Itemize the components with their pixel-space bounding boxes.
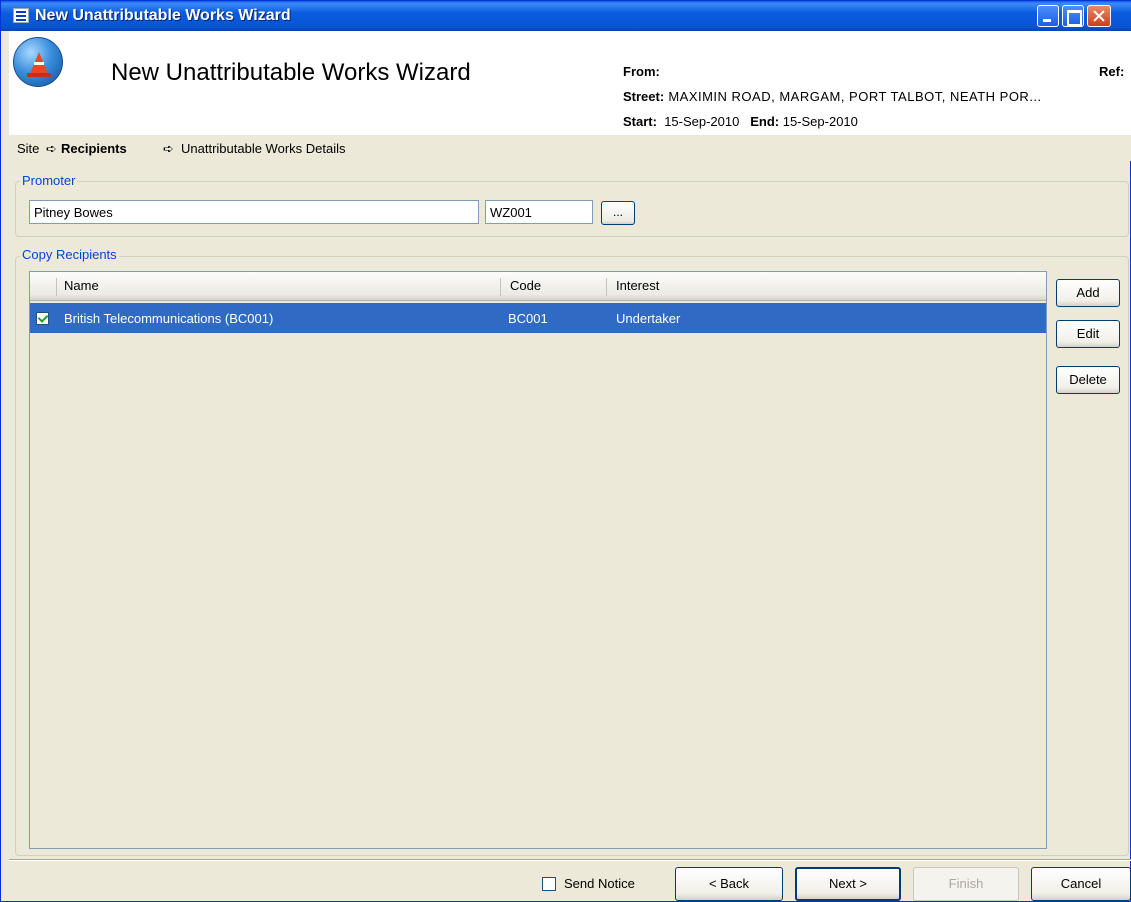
column-header-name[interactable]: Name bbox=[64, 278, 99, 293]
column-separator[interactable] bbox=[56, 278, 57, 296]
date-info: Start: 15-Sep-2010 End: 15-Sep-2010 bbox=[623, 114, 858, 129]
header-title: New Unattributable Works Wizard bbox=[111, 59, 471, 86]
add-button[interactable]: Add bbox=[1056, 279, 1120, 307]
breadcrumb: Site ➪ Recipients ➪ Unattributable Works… bbox=[9, 135, 1131, 161]
send-notice-checkbox[interactable] bbox=[542, 877, 556, 891]
end-label: End: bbox=[750, 114, 780, 129]
traffic-cone-logo-icon bbox=[13, 37, 63, 87]
promoter-code-field[interactable]: WZ001 bbox=[485, 200, 593, 224]
column-header-interest[interactable]: Interest bbox=[616, 278, 659, 293]
window-title: New Unattributable Works Wizard bbox=[35, 7, 291, 24]
close-button[interactable] bbox=[1087, 5, 1111, 27]
ref-label: Ref: bbox=[1099, 64, 1125, 79]
copy-recipients-legend: Copy Recipients bbox=[20, 247, 119, 262]
recipients-table[interactable]: Name Code Interest British Telecommunica… bbox=[29, 271, 1047, 849]
finish-button[interactable]: Finish bbox=[913, 867, 1019, 901]
start-label: Start: bbox=[623, 114, 657, 129]
column-separator[interactable] bbox=[606, 278, 607, 296]
promoter-name-field[interactable]: Pitney Bowes bbox=[29, 200, 479, 224]
row-checkbox[interactable] bbox=[36, 312, 49, 325]
column-header-code[interactable]: Code bbox=[510, 278, 541, 293]
delete-button[interactable]: Delete bbox=[1056, 366, 1120, 394]
cell-code: BC001 bbox=[508, 311, 548, 326]
end-value: 15-Sep-2010 bbox=[782, 114, 858, 129]
arrow-right-icon: ➪ bbox=[163, 141, 174, 156]
window-icon[interactable] bbox=[13, 8, 29, 23]
breadcrumb-step-recipients: Recipients bbox=[61, 141, 127, 156]
street-info: Street: MAXIMIN ROAD, MARGAM, PORT TALBO… bbox=[623, 89, 1129, 104]
next-button[interactable]: Next > bbox=[795, 867, 901, 901]
title-bar[interactable]: New Unattributable Works Wizard bbox=[1, 1, 1131, 31]
maximize-button[interactable] bbox=[1062, 5, 1084, 27]
cell-interest: Undertaker bbox=[616, 311, 681, 326]
back-button[interactable]: < Back bbox=[675, 867, 783, 901]
cancel-button[interactable]: Cancel bbox=[1031, 867, 1131, 901]
table-header: Name Code Interest bbox=[30, 272, 1046, 301]
promoter-lookup-button[interactable]: ... bbox=[601, 201, 635, 225]
footer-divider bbox=[9, 859, 1131, 861]
promoter-legend: Promoter bbox=[20, 173, 78, 188]
from-label: From: bbox=[623, 64, 660, 79]
cell-name: British Telecommunications (BC001) bbox=[64, 311, 274, 326]
breadcrumb-step-site: Site bbox=[17, 141, 40, 156]
breadcrumb-step-details: Unattributable Works Details bbox=[181, 141, 346, 156]
start-value: 15-Sep-2010 bbox=[664, 114, 740, 129]
street-value: MAXIMIN ROAD, MARGAM, PORT TALBOT, NEATH… bbox=[668, 89, 1042, 104]
wizard-window: New Unattributable Works Wizard New Unat… bbox=[0, 0, 1131, 902]
street-label: Street: bbox=[623, 89, 665, 104]
table-row[interactable]: British Telecommunications (BC001) BC001… bbox=[30, 303, 1046, 333]
column-separator[interactable] bbox=[500, 278, 501, 296]
arrow-right-icon: ➪ bbox=[46, 141, 57, 156]
edit-button[interactable]: Edit bbox=[1056, 320, 1120, 348]
send-notice-label[interactable]: Send Notice bbox=[564, 876, 635, 891]
minimize-button[interactable] bbox=[1037, 5, 1059, 27]
